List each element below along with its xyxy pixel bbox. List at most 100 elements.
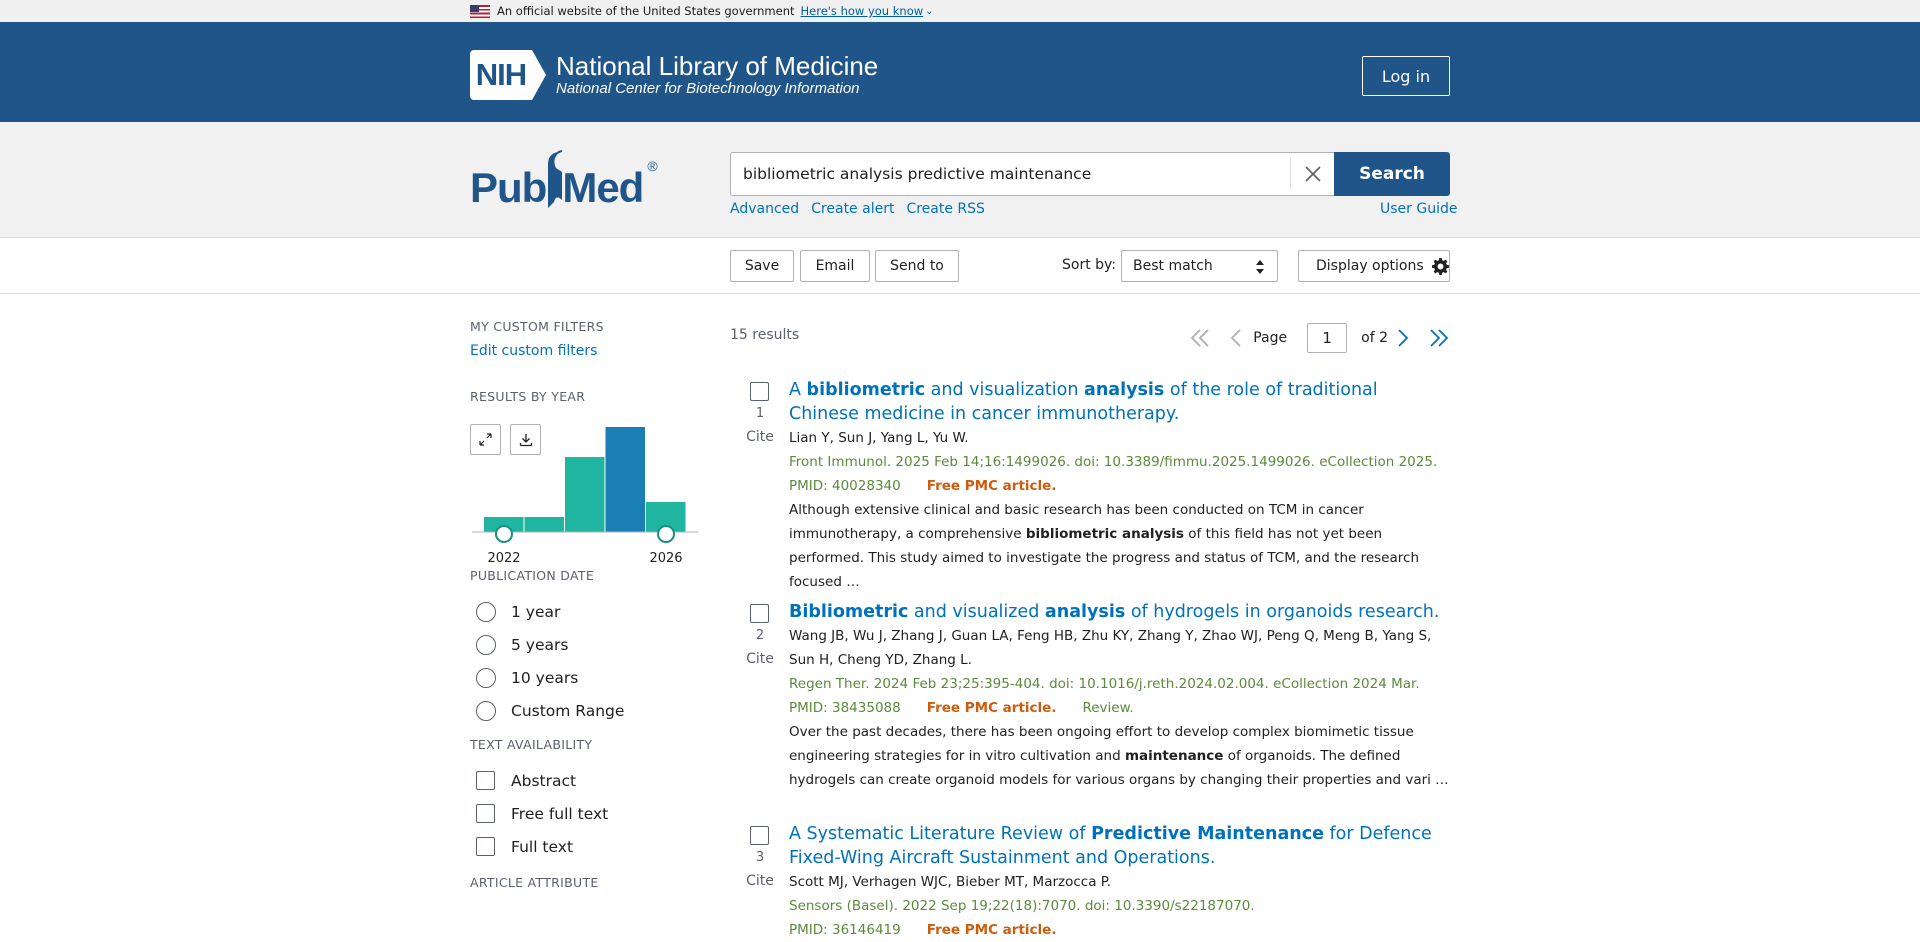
result-checkbox[interactable] [750,826,769,845]
result-checkbox[interactable] [750,604,769,623]
article-attribute-heading: ARTICLE ATTRIBUTE [470,875,599,890]
cite-button[interactable]: Cite [730,651,790,667]
pagination: Page 1 of 2 [1189,323,1450,353]
pubdate-10-years[interactable]: 10 years [470,661,700,694]
range-handle-start[interactable] [495,525,513,543]
email-button[interactable]: Email [800,250,870,282]
close-icon [1304,166,1321,182]
nih-logo[interactable]: NIH National Library of Medicine Nationa… [470,50,878,100]
results-by-year-heading: RESULTS BY YEAR [470,389,586,404]
cite-button[interactable]: Cite [730,873,790,889]
year-bar-2025[interactable] [605,427,646,532]
page-label: Page [1253,330,1288,346]
of-pages-label: of 2 [1361,330,1388,346]
result-checkbox[interactable] [750,382,769,401]
save-button[interactable]: Save [730,250,794,282]
radio-button[interactable] [476,601,496,622]
filter-free-full-text[interactable]: Free full text [470,797,700,830]
logo-med-text: Med [562,164,644,211]
chevron-down-icon[interactable]: ⌄ [925,6,933,17]
display-options-button[interactable]: Display options [1298,250,1450,282]
free-pmc-badge: Free PMC article. [926,922,1057,938]
free-pmc-badge: Free PMC article. [926,700,1057,716]
gov-banner-text: An official website of the United States… [497,4,795,18]
result-authors: Lian Y, Sun J, Yang L, Yu W. [789,430,969,446]
page-number-input[interactable]: 1 [1307,323,1348,353]
user-guide-link[interactable]: User Guide [1380,201,1457,217]
radio-button[interactable] [476,667,496,688]
checkbox-label: Free full text [511,804,609,823]
result-title-link[interactable]: A Systematic Literature Review of Predic… [789,822,1449,870]
previous-page-icon[interactable] [1229,328,1243,348]
result-pmid-row: PMID: 36146419 Free PMC article. [789,918,1449,942]
edit-custom-filters-link[interactable]: Edit custom filters [470,343,700,359]
result-authors: Wang JB, Wu J, Zhang J, Guan LA, Feng HB… [789,628,1432,668]
custom-filters-heading: MY CUSTOM FILTERS [470,319,604,334]
ncbi-subtitle: National Center for Biotechnology Inform… [556,80,860,97]
cite-button[interactable]: Cite [730,429,790,445]
nih-badge: NIH [470,50,548,100]
checkbox-label: Full text [511,837,574,856]
pubdate-1-year[interactable]: 1 year [470,595,700,628]
login-button[interactable]: Log in [1362,56,1450,96]
result-citation: Regen Ther. 2024 Feb 23;25:395-404. doi:… [789,676,1420,692]
display-options-label: Display options [1316,258,1424,274]
result-snippet: Over the past decades, there has been on… [789,724,1449,788]
sort-select[interactable]: Best match [1121,250,1278,282]
result-citation: Front Immunol. 2025 Feb 14;16:1499026. d… [789,454,1438,470]
result-number: 2 [755,628,765,643]
search-input[interactable] [731,153,1290,195]
search-button[interactable]: Search [1334,152,1450,196]
results-count: 15 results [730,327,800,343]
result-pmid: PMID: 38435088 [789,700,901,716]
range-label-start: 2022 [487,551,520,562]
range-handle-end[interactable] [657,525,675,543]
radio-label: Custom Range [511,701,625,720]
year-bar-2024[interactable] [565,457,605,532]
checkbox[interactable] [476,771,495,790]
radio-button[interactable] [476,634,496,655]
radio-label: 5 years [511,635,569,654]
result-number: 1 [755,406,765,421]
checkbox-label: Abstract [511,771,577,790]
clear-search-button[interactable] [1290,158,1334,190]
results-by-year-chart[interactable]: 2022 2026 [470,422,700,562]
radio-label: 10 years [511,668,579,687]
action-bar: Save Email Send to Sort by: Best match D… [0,238,1920,294]
create-rss-link[interactable]: Create RSS [906,201,984,217]
nih-header: NIH National Library of Medicine Nationa… [0,22,1920,122]
search-area: Pub Med ® Search Advanced Create alert C… [0,122,1920,238]
checkbox[interactable] [476,837,495,856]
free-pmc-badge: Free PMC article. [926,478,1057,494]
search-links: Advanced Create alert Create RSS [730,201,997,217]
review-badge: Review. [1082,700,1134,716]
result-pmid-row: PMID: 38435088 Free PMC article. Review. [789,696,1449,720]
last-page-icon[interactable] [1428,328,1450,348]
filter-full-text[interactable]: Full text [470,830,700,863]
pubmed-logo[interactable]: Pub Med ® [470,150,658,212]
checkbox[interactable] [476,804,495,823]
result-title-link[interactable]: A bibliometric and visualization analysi… [789,378,1449,426]
sort-value: Best match [1133,258,1213,274]
filter-abstract[interactable]: Abstract [470,764,700,797]
results-header: 15 results Page 1 of 2 [730,323,1450,353]
first-page-icon[interactable] [1189,328,1211,348]
radio-button[interactable] [476,700,496,721]
advanced-search-link[interactable]: Advanced [730,201,799,217]
result-citation: Sensors (Basel). 2022 Sep 19;22(18):7070… [789,898,1255,914]
pubdate-custom-range[interactable]: Custom Range [470,694,700,727]
year-bar-chart[interactable]: 2022 2026 [470,422,700,562]
heres-how-you-know-link[interactable]: Here's how you know [801,4,924,18]
sort-by-label: Sort by: [1062,257,1117,273]
gear-icon [1431,257,1449,275]
create-alert-link[interactable]: Create alert [811,201,894,217]
text-availability-options: Abstract Free full text Full text [470,764,700,863]
result-snippet: Although extensive clinical and basic re… [789,502,1419,590]
next-page-icon[interactable] [1396,328,1410,348]
pubdate-5-years[interactable]: 5 years [470,628,700,661]
result-title-link[interactable]: Bibliometric and visualized analysis of … [789,600,1449,624]
result-authors: Scott MJ, Verhagen WJC, Bieber MT, Marzo… [789,874,1112,890]
send-to-button[interactable]: Send to [875,250,959,282]
filters-sidebar: MY CUSTOM FILTERS Edit custom filters RE… [470,295,700,890]
year-bar-2023[interactable] [524,517,565,532]
